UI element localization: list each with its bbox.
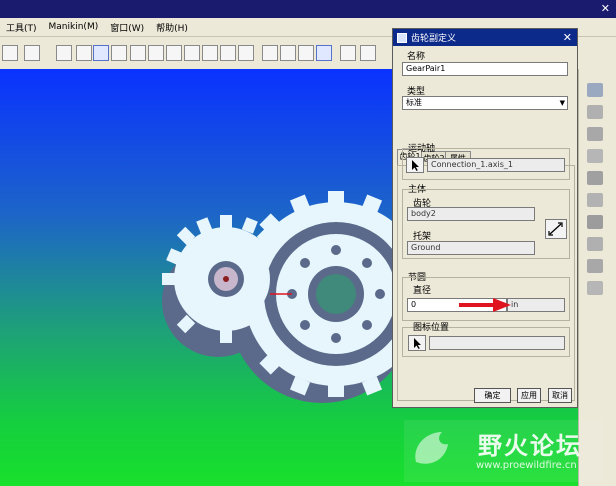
damper-icon[interactable] — [587, 127, 603, 141]
pan-icon[interactable] — [130, 45, 146, 61]
watermark: 野火论坛 www.proewildfire.cn — [404, 420, 604, 482]
icon-position-select-button[interactable] — [408, 335, 426, 351]
dialog-app-icon — [397, 32, 407, 43]
icon-position-label: 图标位置 — [413, 323, 450, 333]
ok-button[interactable]: 确定 — [474, 388, 511, 403]
carrier-field: Ground — [407, 241, 535, 255]
swap-body-button[interactable] — [545, 219, 567, 239]
swap-icon — [548, 222, 563, 236]
fit-view-icon[interactable] — [184, 45, 200, 61]
diameter-label: 直径 — [413, 286, 432, 296]
saved-views-icon[interactable] — [220, 45, 236, 61]
reorient-icon[interactable] — [202, 45, 218, 61]
icon-position-field — [429, 336, 565, 350]
apply-button[interactable]: 应用 — [517, 388, 541, 403]
analysis-icon[interactable] — [587, 237, 603, 251]
datum-plane-icon[interactable] — [340, 45, 356, 61]
shading-icon[interactable] — [316, 45, 332, 61]
force-icon[interactable] — [587, 149, 603, 163]
cancel-button[interactable]: 取消 — [548, 388, 572, 403]
gravity-icon[interactable] — [587, 171, 603, 185]
zoom-in-icon[interactable] — [148, 45, 164, 61]
menu-item-manikin[interactable]: Manikin(M) — [43, 22, 105, 32]
watermark-url: www.proewildfire.cn — [476, 460, 577, 471]
drag-icon[interactable] — [93, 45, 109, 61]
watermark-title: 野火论坛 — [478, 432, 582, 460]
edit-icon[interactable] — [76, 45, 92, 61]
dialog-title-bar: 齿轮副定义 ✕ — [393, 29, 577, 46]
close-icon[interactable]: ✕ — [601, 2, 610, 15]
gear-field: body2 — [407, 207, 535, 221]
diameter-unit: in — [507, 298, 565, 312]
chevron-down-icon: ▼ — [559, 99, 565, 107]
close-icon[interactable]: ✕ — [563, 31, 572, 44]
redo-icon[interactable] — [2, 45, 18, 61]
type-select[interactable]: 标准 ▼ — [402, 96, 568, 110]
motor-icon[interactable] — [587, 83, 603, 97]
playback-icon[interactable] — [587, 259, 603, 273]
cursor-arrow-icon — [414, 338, 421, 349]
mass-icon[interactable] — [587, 215, 603, 229]
menu-item-help[interactable]: 帮助(H) — [150, 21, 194, 34]
motion-axis-select-button[interactable] — [406, 157, 424, 173]
name-field[interactable]: GearPair1 — [402, 62, 568, 76]
document-icon[interactable] — [56, 45, 72, 61]
measure-icon[interactable] — [587, 281, 603, 295]
menu-item-window[interactable]: 窗口(W) — [104, 21, 150, 34]
type-select-value: 标准 — [406, 98, 422, 107]
no-hidden-icon[interactable] — [298, 45, 314, 61]
gear-pair-definition-dialog: 齿轮副定义 ✕ 名称 GearPair1 类型 标准 ▼ 齿轮1 齿轮2 属性 … — [392, 28, 578, 408]
name-label: 名称 — [407, 52, 426, 62]
wireframe-icon[interactable] — [262, 45, 278, 61]
menu-item-tools[interactable]: 工具(T) — [0, 21, 43, 34]
select-box-icon[interactable] — [24, 45, 40, 61]
initial-condition-icon[interactable] — [587, 193, 603, 207]
zoom-out-icon[interactable] — [166, 45, 182, 61]
layers-icon[interactable] — [238, 45, 254, 61]
watermark-logo — [415, 432, 448, 464]
cursor-arrow-icon — [412, 160, 419, 171]
hidden-line-icon[interactable] — [280, 45, 296, 61]
dialog-title: 齿轮副定义 — [411, 34, 457, 44]
app-title-bar: ✕ — [0, 0, 616, 18]
motion-axis-field: Connection_1.axis_1 — [427, 158, 565, 172]
datum-axis-icon[interactable] — [360, 45, 376, 61]
spring-icon[interactable] — [587, 105, 603, 119]
red-arrow-annotation — [459, 298, 511, 312]
small-gear-front — [182, 235, 270, 323]
network-icon[interactable] — [111, 45, 127, 61]
